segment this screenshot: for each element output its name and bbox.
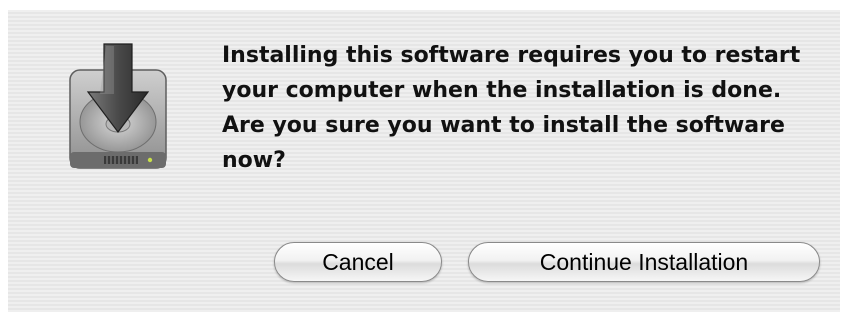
dialog-message: Installing this software requires you to… <box>222 43 801 173</box>
cancel-button[interactable]: Cancel <box>274 242 442 282</box>
restart-confirmation-dialog: Installing this software requires you to… <box>8 10 840 312</box>
installer-disk-icon <box>64 40 172 180</box>
continue-installation-button[interactable]: Continue Installation <box>468 242 820 282</box>
